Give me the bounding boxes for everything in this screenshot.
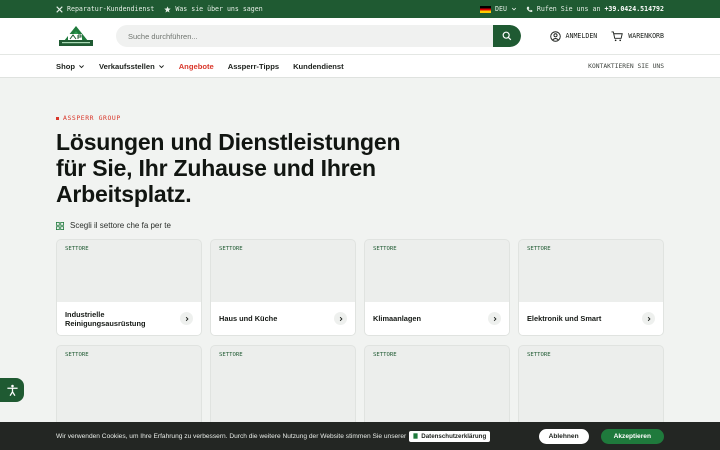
nav-customer-service-label: Kundendienst	[293, 61, 344, 71]
sector-card-home-kitchen[interactable]: SETTORE Haus und Küche	[210, 239, 356, 336]
nav-stores-label: Verkaufsstellen	[98, 61, 155, 71]
sector-card-industrial-cleaning[interactable]: SETTORE Industrielle Reinigungsausrüstun…	[56, 239, 202, 336]
eyebrow-dot	[56, 116, 59, 120]
sector-prompt: Scegli il settore che fa per te	[56, 221, 664, 230]
tools-icon	[56, 5, 63, 13]
nav-item-offers[interactable]: Angebote	[179, 62, 214, 71]
chevron-down-icon	[79, 64, 84, 68]
sector-name: Haus und Küche	[219, 314, 278, 323]
repair-service-link[interactable]: Reparatur-Kundendienst	[56, 5, 154, 13]
sector-tag: SETTORE	[219, 246, 243, 252]
login-label: ANMELDEN	[565, 32, 598, 40]
sector-name: Elektronik und Smart	[527, 314, 602, 323]
nav-item-tips[interactable]: Assperr-Tipps	[228, 62, 279, 71]
cart-button[interactable]: WARENKORB	[611, 30, 664, 42]
login-button[interactable]: ANMELDEN	[549, 30, 598, 42]
nav-item-shop[interactable]: Shop	[56, 62, 85, 71]
repair-service-label: Reparatur-Kundendienst	[67, 5, 155, 13]
phone-number: +39.0424.514792	[604, 5, 664, 13]
assperr-logo[interactable]	[56, 24, 96, 48]
sector-tag: SETTORE	[219, 352, 243, 358]
nav-offers-label: Angebote	[178, 61, 214, 71]
sector-tag: SETTORE	[527, 246, 551, 252]
chevron-down-icon	[158, 64, 164, 68]
sector-card-electronics-smart[interactable]: SETTORE Elektronik und Smart	[518, 239, 664, 336]
accessibility-button[interactable]	[0, 378, 24, 402]
chevron-right-icon[interactable]	[642, 312, 655, 325]
sector-name: Industrielle Reinigungsausrüstung	[65, 309, 146, 328]
nav-item-stores[interactable]: Verkaufsstellen	[99, 62, 165, 71]
phone-link[interactable]: Rufen Sie uns an +39.0424.514792	[526, 5, 664, 13]
grid-icon	[56, 221, 64, 230]
nav-shop-label: Shop	[56, 61, 75, 71]
accessibility-icon	[6, 384, 18, 396]
accept-cookies-button[interactable]: Akzeptieren	[600, 428, 664, 444]
nav-item-customer-service[interactable]: Kundendienst	[293, 62, 344, 71]
eyebrow-label: ASSPERR GROUP	[63, 114, 121, 122]
nav-tips-label: Assperr-Tipps	[227, 61, 280, 71]
reviews-link[interactable]: Was sie über uns sagen	[164, 5, 263, 13]
sector-grid: SETTORE Industrielle Reinigungsausrüstun…	[56, 239, 664, 442]
star-icon	[164, 5, 172, 13]
main-content: ASSPERR GROUP Lösungen und Dienstleistun…	[0, 114, 720, 442]
phone-icon	[526, 6, 533, 12]
cookie-message: Wir verwenden Cookies, um Ihre Erfahrung…	[56, 432, 407, 440]
sector-tag: SETTORE	[65, 246, 89, 252]
sector-card-air-conditioning[interactable]: SETTORE Klimaanlagen	[364, 239, 510, 336]
search-button[interactable]	[493, 25, 521, 47]
search-bar	[116, 25, 521, 47]
top-bar: Reparatur-Kundendienst Was sie über uns …	[0, 0, 720, 18]
cookie-banner: Wir verwenden Cookies, um Ihre Erfahrung…	[0, 422, 720, 450]
call-label: Rufen Sie uns an	[536, 5, 601, 13]
chevron-down-icon	[511, 7, 517, 11]
search-icon	[502, 31, 512, 41]
chevron-right-icon[interactable]	[334, 312, 347, 325]
contact-us-link[interactable]: KONTAKTIEREN SIE UNS	[588, 63, 664, 70]
hero-headline: Lösungen und Dienstleistungen für Sie, I…	[56, 129, 401, 207]
chevron-right-icon[interactable]	[488, 312, 501, 325]
sector-tag: SETTORE	[373, 246, 397, 252]
sector-tag: SETTORE	[527, 352, 551, 358]
chevron-right-icon[interactable]	[180, 312, 193, 325]
cart-icon	[611, 30, 624, 41]
flag-de-icon	[480, 5, 491, 13]
privacy-policy-link[interactable]: Datenschutzerklärung	[409, 430, 491, 442]
main-nav: Shop Verkaufsstellen Angebote Assperr-Ti…	[0, 54, 720, 78]
sector-name: Klimaanlagen	[373, 314, 422, 323]
reviews-label: Was sie über uns sagen	[175, 5, 263, 13]
reject-cookies-button[interactable]: Ablehnen	[538, 428, 589, 444]
user-icon	[549, 30, 561, 42]
document-icon	[413, 433, 418, 439]
sector-prompt-label: Scegli il settore che fa per te	[70, 221, 171, 230]
language-selector[interactable]: DEU	[480, 5, 517, 13]
language-label: DEU	[495, 5, 507, 13]
hero-eyebrow: ASSPERR GROUP	[56, 114, 664, 122]
search-input[interactable]	[116, 31, 493, 41]
cart-label: WARENKORB	[628, 32, 664, 40]
sector-tag: SETTORE	[65, 352, 89, 358]
sector-tag: SETTORE	[373, 352, 397, 358]
header: ANMELDEN WARENKORB	[0, 18, 720, 54]
privacy-policy-label: Datenschutzerklärung	[421, 432, 487, 440]
